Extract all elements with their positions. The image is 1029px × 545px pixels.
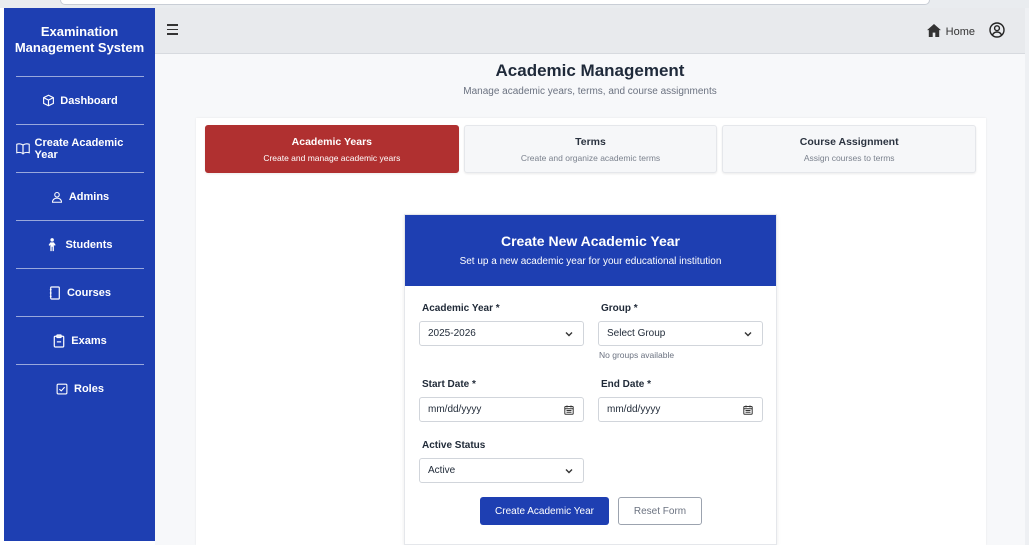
sidebar-item-label: Admins [68, 190, 110, 203]
page-subtitle: Manage academic years, terms, and course… [463, 86, 717, 97]
tab-subtitle: Create and manage academic years [263, 152, 401, 163]
sidebar-item-label: Create Academic Year [34, 136, 124, 161]
end-date-input[interactable]: mm/dd/yyyy [598, 397, 763, 422]
tab-course-assignment[interactable]: Course Assignment Assign courses to term… [722, 125, 977, 173]
home-icon [926, 24, 941, 40]
sidebar-item-exams[interactable]: Exams [15, 317, 144, 365]
end-date-label: End Date * [601, 379, 652, 390]
chevron-down-icon [564, 466, 574, 476]
browser-chrome [0, 0, 1029, 8]
create-academic-year-form: Create New Academic Year Set up a new ac… [404, 214, 777, 545]
chevron-down-icon [564, 329, 574, 339]
checkbox-icon [55, 382, 69, 396]
start-date-input[interactable]: mm/dd/yyyy [419, 397, 584, 422]
academic-year-select[interactable]: 2025-2026 [419, 321, 584, 346]
active-status-select[interactable]: Active [419, 458, 584, 483]
sidebar-item-create-academic-year[interactable]: Create Academic Year [15, 125, 144, 173]
tab-title: Terms [575, 135, 606, 148]
home-label: Home [945, 26, 975, 38]
sidebar-item-label: Courses [66, 286, 112, 299]
tab-academic-years[interactable]: Academic Years Create and manage academi… [205, 125, 459, 173]
sidebar-item-label: Dashboard [60, 94, 118, 107]
tab-title: Course Assignment [799, 135, 899, 148]
form-header: Create New Academic Year Set up a new ac… [405, 215, 776, 286]
active-status-value: Active [428, 465, 456, 476]
group-label: Group * [601, 303, 638, 314]
browser-address-bar[interactable] [60, 0, 930, 5]
sidebar-item-admins[interactable]: Admins [15, 173, 144, 221]
reset-form-button[interactable]: Reset Form [618, 497, 702, 525]
tab-terms[interactable]: Terms Create and organize academic terms [463, 125, 718, 173]
chevron-down-icon [743, 329, 753, 339]
user-icon [50, 190, 64, 204]
sidebar-item-label: Roles [74, 383, 104, 395]
sidebar-item-roles[interactable]: Roles [16, 365, 144, 413]
form-subtitle: Set up a new academic year for your educ… [459, 256, 722, 267]
page-title: Academic Management [495, 61, 685, 80]
sidebar-item-label: Exams [71, 334, 107, 347]
sidebar-item-dashboard[interactable]: Dashboard [15, 77, 144, 125]
hamburger-menu-icon[interactable] [167, 24, 179, 36]
notebook-icon [48, 285, 62, 300]
sidebar-item-students[interactable]: Students [15, 221, 144, 269]
cube-icon [41, 94, 55, 108]
book-icon [15, 142, 30, 156]
sidebar-item-courses[interactable]: Courses [15, 269, 144, 317]
sidebar-item-label: Students [65, 238, 113, 251]
group-select[interactable]: Select Group [598, 321, 763, 346]
academic-year-value: 2025-2026 [428, 328, 476, 339]
start-date-placeholder: mm/dd/yyyy [428, 404, 482, 415]
group-helper-text: No groups available [599, 350, 675, 360]
calendar-icon[interactable] [564, 405, 574, 415]
sidebar: Examination Management System Dashboard … [4, 8, 155, 541]
brand-line-1: Examination [40, 24, 119, 39]
start-date-label: Start Date * [422, 379, 476, 390]
user-profile-icon[interactable] [989, 22, 1005, 38]
create-academic-year-button[interactable]: Create Academic Year [480, 497, 609, 525]
active-status-label: Active Status [422, 440, 486, 451]
tab-bar: Academic Years Create and manage academi… [205, 125, 977, 173]
form-title: Create New Academic Year [501, 233, 680, 249]
clipboard-icon [52, 333, 66, 348]
tab-title: Academic Years [291, 135, 373, 148]
tab-subtitle: Assign courses to terms [803, 152, 895, 163]
student-icon [46, 237, 60, 252]
academic-year-label: Academic Year * [422, 303, 500, 314]
top-header: Home [155, 8, 1025, 54]
end-date-placeholder: mm/dd/yyyy [607, 404, 661, 415]
brand-line-2: Management System [14, 40, 145, 55]
home-link[interactable]: Home [926, 24, 975, 40]
tab-subtitle: Create and organize academic terms [520, 152, 661, 163]
calendar-icon[interactable] [743, 405, 753, 415]
brand-title: Examination Management System [4, 8, 155, 76]
window-edge [1025, 8, 1029, 545]
main-content: Academic Management Manage academic year… [155, 54, 1025, 545]
group-value: Select Group [607, 328, 666, 339]
